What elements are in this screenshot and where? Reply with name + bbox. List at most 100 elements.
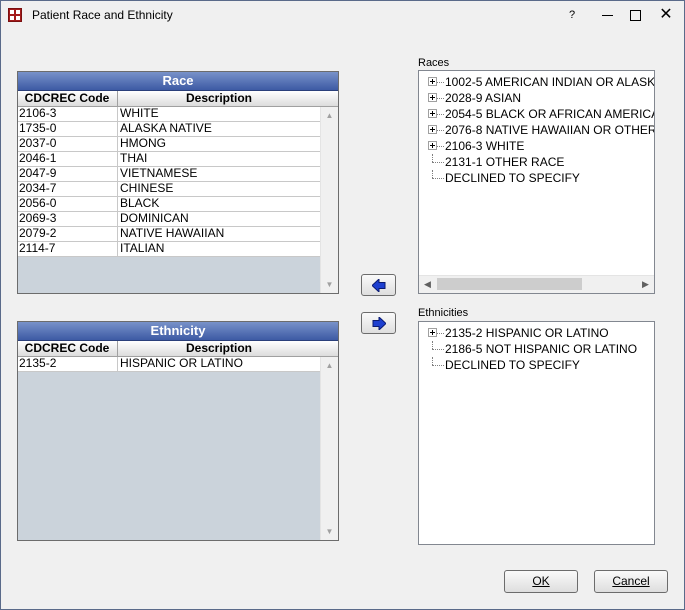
code-cell: 2114-7 [19, 242, 56, 255]
ethnicity-grid-scrollbar[interactable]: ▲ ▼ [320, 357, 338, 540]
title-bar[interactable]: Patient Race and Ethnicity ? ✕ [1, 1, 684, 29]
description-cell: ITALIAN [117, 242, 322, 256]
tree-item-label: 2135-2 HISPANIC OR LATINO [445, 326, 609, 340]
code-cell: 2034-7 [19, 182, 57, 195]
description-cell: THAI [117, 152, 322, 166]
table-row[interactable]: 2114-7 ITALIAN [18, 242, 321, 257]
description-cell: HISPANIC OR LATINO [117, 357, 322, 371]
minimize-icon [602, 15, 613, 16]
tree-connector-icon [437, 333, 444, 334]
ethnicity-grid: Ethnicity CDCREC Code Description 2135-2… [17, 321, 339, 541]
table-row[interactable]: 2047-9 VIETNAMESE [18, 167, 321, 182]
tree-item-label: DECLINED TO SPECIFY [445, 171, 580, 185]
scroll-left-icon[interactable]: ◀ [419, 276, 436, 293]
table-row[interactable]: 2037-0 HMONG [18, 137, 321, 152]
description-cell: DOMINICAN [117, 212, 322, 226]
minimize-button[interactable] [593, 1, 623, 29]
tree-connector-icon [437, 98, 444, 99]
ok-button[interactable]: OK [504, 570, 578, 593]
dialog-window: Patient Race and Ethnicity ? ✕ Race CDCR… [0, 0, 685, 610]
tree-connector-icon [432, 357, 433, 365]
ethnicity-col-desc-header[interactable]: Description [117, 341, 320, 356]
scroll-down-icon[interactable]: ▼ [321, 276, 338, 293]
ethnicity-grid-header: CDCREC Code Description [18, 341, 338, 357]
tree-connector-icon [437, 82, 444, 83]
tree-connector-icon [432, 178, 444, 179]
ethnicities-label: Ethnicities [418, 307, 469, 319]
app-icon [8, 8, 22, 22]
table-row[interactable]: 1735-0 ALASKA NATIVE [18, 122, 321, 137]
description-cell: ALASKA NATIVE [117, 122, 322, 136]
cancel-button[interactable]: Cancel [594, 570, 668, 593]
arrow-left-icon [372, 279, 386, 292]
expand-plus-icon[interactable] [428, 93, 437, 102]
code-cell: 2046-1 [19, 152, 57, 165]
expand-plus-icon[interactable] [428, 109, 437, 118]
scroll-right-icon[interactable]: ▶ [637, 276, 654, 293]
cancel-button-label: Cancel [612, 574, 650, 588]
tree-item-label: 2131-1 OTHER RACE [445, 155, 565, 169]
table-row[interactable]: 2106-3 WHITE [18, 107, 321, 122]
races-tree[interactable]: 1002-5 AMERICAN INDIAN OR ALASKA NATIVE 2… [418, 70, 655, 294]
tree-item-label: DECLINED TO SPECIFY [445, 358, 580, 372]
tree-connector-icon [432, 349, 444, 350]
race-grid: Race CDCREC Code Description 2106-3 WHITE… [17, 71, 339, 294]
ethnicity-grid-body: 2135-2 HISPANIC OR LATINO [18, 357, 321, 540]
description-cell: BLACK [117, 197, 322, 211]
description-cell: HMONG [117, 137, 322, 151]
table-row[interactable]: 2069-3 DOMINICAN [18, 212, 321, 227]
table-row[interactable]: 2034-7 CHINESE [18, 182, 321, 197]
tree-connector-icon [432, 170, 433, 178]
code-cell: 2069-3 [19, 212, 57, 225]
race-grid-scrollbar[interactable]: ▲ ▼ [320, 107, 338, 293]
tree-connector-icon [437, 130, 444, 131]
scroll-up-icon[interactable]: ▲ [321, 357, 338, 374]
tree-connector-icon [437, 146, 444, 147]
window-title: Patient Race and Ethnicity [32, 8, 173, 22]
race-col-code-header[interactable]: CDCREC Code [18, 91, 116, 106]
scroll-thumb[interactable] [437, 278, 582, 290]
expand-plus-icon[interactable] [428, 141, 437, 150]
races-tree-hscrollbar[interactable]: ◀ ▶ [419, 275, 654, 293]
ethnicities-tree[interactable]: 2135-2 HISPANIC OR LATINO 2186-5 NOT HISP… [418, 321, 655, 545]
code-cell: 2079-2 [19, 227, 57, 240]
ok-button-label: OK [532, 574, 550, 588]
expand-plus-icon[interactable] [428, 77, 437, 86]
table-row[interactable]: 2046-1 THAI [18, 152, 321, 167]
description-cell: NATIVE HAWAIIAN [117, 227, 322, 241]
tree-item-label: 2106-3 WHITE [445, 139, 525, 153]
scroll-down-icon[interactable]: ▼ [321, 523, 338, 540]
expand-plus-icon[interactable] [428, 125, 437, 134]
maximize-icon [630, 10, 641, 21]
race-grid-header: CDCREC Code Description [18, 91, 338, 107]
scroll-up-icon[interactable]: ▲ [321, 107, 338, 124]
tree-item-label: 1002-5 AMERICAN INDIAN OR ALASKA NATIVE [445, 75, 655, 89]
add-right-button[interactable] [361, 312, 396, 334]
tree-item-label: 2028-9 ASIAN [445, 91, 522, 105]
description-cell: VIETNAMESE [117, 167, 322, 181]
tree-item-label: 2186-5 NOT HISPANIC OR LATINO [445, 342, 638, 356]
expand-plus-icon[interactable] [428, 328, 437, 337]
code-cell: 2037-0 [19, 137, 57, 150]
tree-connector-icon [432, 341, 433, 349]
race-col-desc-header[interactable]: Description [117, 91, 320, 106]
races-label: Races [418, 57, 450, 69]
tree-connector-icon [432, 162, 444, 163]
code-cell: 2047-9 [19, 167, 57, 180]
code-cell: 2056-0 [19, 197, 57, 210]
description-cell: WHITE [117, 107, 322, 121]
table-row[interactable]: 2079-2 NATIVE HAWAIIAN [18, 227, 321, 242]
add-left-button[interactable] [361, 274, 396, 296]
table-row[interactable]: 2056-0 BLACK [18, 197, 321, 212]
race-grid-title: Race [18, 72, 338, 91]
table-row[interactable]: 2135-2 HISPANIC OR LATINO [18, 357, 321, 372]
ethnicity-grid-title: Ethnicity [18, 322, 338, 341]
help-button[interactable]: ? [557, 1, 587, 29]
code-cell: 2135-2 [19, 357, 57, 370]
tree-item-label: 2076-8 NATIVE HAWAIIAN OR OTHER PACIFIC … [445, 123, 655, 137]
maximize-button[interactable] [621, 1, 651, 29]
ethnicity-col-code-header[interactable]: CDCREC Code [18, 341, 116, 356]
arrow-right-icon [372, 317, 386, 330]
close-button[interactable]: ✕ [651, 1, 681, 29]
tree-connector-icon [432, 154, 433, 162]
